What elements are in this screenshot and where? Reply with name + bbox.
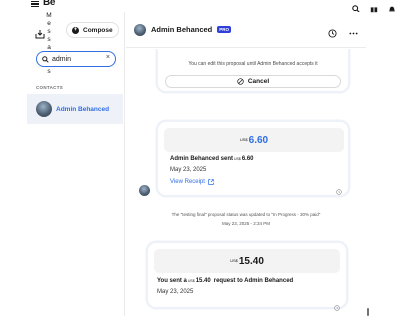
clear-search-icon[interactable]: × [106,54,110,61]
currency: US$ [230,257,238,263]
conversation-title[interactable]: Admin Behanced [151,25,212,34]
brand-logo[interactable]: Be [43,0,55,8]
sent-line: You sent a US$ 15.40 request to Admin Be… [157,278,294,284]
more-options-icon[interactable] [349,25,358,35]
plus-icon: + [72,26,79,34]
menu-icon[interactable] [31,1,39,7]
amount: 6.60 [248,134,269,146]
search-icon [42,55,49,63]
sidebar-header: M e s s a g e s + Compose [27,12,124,75]
status-timestamp: May 23, 2025 - 2:34 PM [221,221,271,226]
proposal-card: You can edit this proposal until Admin B… [158,49,348,91]
bell-icon[interactable] [388,0,396,12]
inbox-icon[interactable] [35,26,45,39]
search-icon[interactable] [352,0,360,13]
clock-icon [334,298,340,311]
payment-card: US$ 6.60 Admin Behanced sent US$ 6.60 Ma… [158,122,348,195]
search-input[interactable]: admin × [36,51,116,67]
external-link-icon [208,179,214,185]
request-card: US$ 15.40 You sent a US$ 15.40 request t… [148,243,346,311]
pro-badge: PRO [217,26,232,33]
conversation-header: Admin Behanced PRO [126,12,366,48]
top-bar: Be [0,0,404,13]
scrollbar[interactable] [367,308,369,316]
compose-button[interactable]: + Compose [66,22,119,38]
amount-box: US$ 6.60 [164,128,344,152]
message-date: May 23, 2025 [157,289,194,295]
contacts-heading: CONTACTS [36,85,64,90]
clock-icon [336,182,342,195]
view-receipt-link[interactable]: View Receipt [170,179,214,185]
sent-line: Admin Behanced sent US$ 6.60 [170,156,254,162]
cancel-button[interactable]: Cancel [165,75,341,88]
gift-icon[interactable] [370,0,378,13]
conversation-pane: Admin Behanced PRO You can edit this pro… [126,12,366,316]
avatar [139,185,150,196]
status-update: The "testing final" proposal status was … [171,212,321,217]
history-icon[interactable] [328,25,337,38]
messages-sidebar: M e s s a g e s + Compose admin × CONTAC… [27,12,125,316]
avatar[interactable] [134,23,146,36]
currency: US$ [239,136,248,142]
amount: 15.40 [238,255,264,267]
compose-label: Compose [83,26,113,34]
search-value: admin [52,55,72,63]
edit-note: You can edit this proposal until Admin B… [188,61,318,67]
cancel-icon [237,78,244,85]
contact-name: Admin Behanced [56,105,110,113]
message-date: May 23, 2025 [170,167,207,173]
contact-item[interactable]: Admin Behanced [27,94,123,124]
message-list[interactable]: You can edit this proposal until Admin B… [126,49,366,316]
cancel-label: Cancel [247,78,270,85]
amount-box: US$ 15.40 [154,249,340,273]
avatar [36,101,52,117]
